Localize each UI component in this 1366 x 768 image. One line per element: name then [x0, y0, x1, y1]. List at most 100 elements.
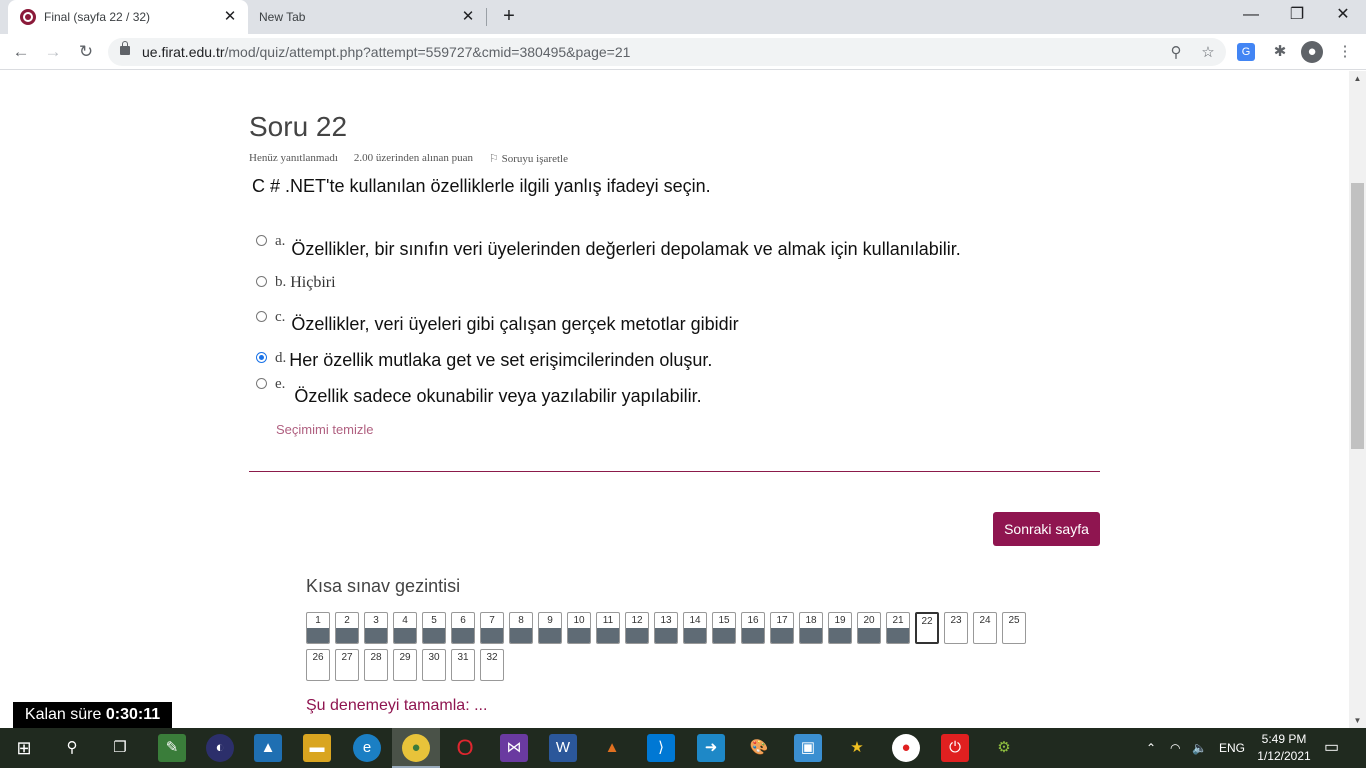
tab-new[interactable]: New Tab ✕	[248, 0, 486, 34]
system-clock[interactable]: 5:49 PM 1/12/2021	[1252, 731, 1316, 765]
record-icon[interactable]: ●	[892, 734, 920, 762]
quiz-nav-button[interactable]: 9	[538, 612, 562, 644]
translate-icon[interactable]: G	[1237, 43, 1255, 61]
input-language[interactable]: ENG	[1219, 728, 1245, 768]
chrome-icon[interactable]: ●	[402, 734, 430, 762]
tray-chevron-icon[interactable]: ⌃	[1146, 728, 1156, 768]
option-letter: b.	[275, 274, 287, 290]
page-scrollbar[interactable]: ▲ ▼	[1349, 71, 1366, 728]
quiz-nav-button[interactable]: 10	[567, 612, 591, 644]
tab-close-icon[interactable]: ✕	[220, 7, 240, 27]
answer-option-c[interactable]: c. Özellikler, veri üyeleri gibi çalışan…	[256, 309, 739, 335]
windows-start-icon[interactable]: ⊞	[10, 734, 38, 762]
quiz-nav-button[interactable]: 14	[683, 612, 707, 644]
radio-e[interactable]	[256, 378, 267, 389]
task-view-icon[interactable]: ❐	[106, 734, 134, 762]
url-text[interactable]: ue.firat.edu.tr/mod/quiz/attempt.php?att…	[142, 44, 630, 60]
lock-icon	[120, 41, 130, 55]
quiz-nav-button[interactable]: 27	[335, 649, 359, 681]
flag-question-link[interactable]: ⚐ Soruyu işaretle	[489, 152, 568, 165]
word-icon[interactable]: W	[549, 734, 577, 762]
finish-attempt-link[interactable]: Şu denemeyi tamamla: ...	[306, 697, 487, 715]
notifications-icon[interactable]: ▭	[1324, 728, 1339, 768]
scroll-up-icon[interactable]: ▲	[1349, 74, 1366, 83]
quiz-nav-button[interactable]: 30	[422, 649, 446, 681]
new-tab-plus-icon[interactable]: +	[498, 5, 520, 27]
quiz-nav-button[interactable]: 3	[364, 612, 388, 644]
zoom-icon[interactable]: ⚲	[1166, 43, 1186, 63]
quiz-nav-button[interactable]: 24	[973, 612, 997, 644]
quiz-nav-button[interactable]: 25	[1002, 612, 1026, 644]
bookmark-star-icon[interactable]: ☆	[1198, 43, 1218, 63]
quiz-nav-button[interactable]: 21	[886, 612, 910, 644]
back-arrow-icon[interactable]: ←	[9, 40, 33, 64]
quiz-nav-button[interactable]: 16	[741, 612, 765, 644]
site-favicon-icon	[20, 9, 36, 25]
file-explorer-icon[interactable]: ▬	[303, 734, 331, 762]
visual-studio-icon[interactable]: ⋈	[500, 734, 528, 762]
quiz-nav-button[interactable]: 13	[654, 612, 678, 644]
photos-icon[interactable]: ▲	[254, 734, 282, 762]
answer-option-b[interactable]: b. Hiçbiri	[256, 274, 336, 292]
clear-choice-link[interactable]: Seçimimi temizle	[276, 422, 374, 437]
radio-a[interactable]	[256, 235, 267, 246]
quiz-nav-button[interactable]: 2	[335, 612, 359, 644]
matlab-icon[interactable]: ▲	[598, 734, 626, 762]
power-app-icon[interactable]: ⏻	[941, 734, 969, 762]
quiz-nav-button[interactable]: 4	[393, 612, 417, 644]
restore-icon[interactable]: ❐	[1274, 0, 1320, 30]
answer-option-d[interactable]: d. Her özellik mutlaka get ve set erişim…	[256, 350, 712, 371]
quiz-nav-button[interactable]: 5	[422, 612, 446, 644]
volume-icon[interactable]: 🔈	[1192, 728, 1207, 768]
quiz-nav-button[interactable]: 32	[480, 649, 504, 681]
scrollbar-thumb[interactable]	[1351, 183, 1364, 449]
app-icon-4[interactable]: ⚙	[990, 734, 1018, 762]
quiz-nav-button[interactable]: 19	[828, 612, 852, 644]
quiz-nav-button[interactable]: 22	[915, 612, 939, 644]
radio-b[interactable]	[256, 276, 267, 287]
search-icon[interactable]: ⚲	[58, 734, 86, 762]
address-bar[interactable]: ue.firat.edu.tr/mod/quiz/attempt.php?att…	[108, 38, 1226, 66]
tab-close-icon[interactable]: ✕	[458, 7, 478, 27]
menu-dots-icon[interactable]: ⋮	[1334, 41, 1356, 63]
minimize-icon[interactable]: —	[1228, 0, 1274, 30]
answer-option-e[interactable]: e. Özellik sadece okunabilir veya yazıla…	[256, 376, 702, 407]
forward-arrow-icon[interactable]: →	[41, 40, 65, 64]
radio-d[interactable]	[256, 352, 267, 363]
opera-icon[interactable]: O	[451, 734, 479, 762]
quiz-nav-button[interactable]: 20	[857, 612, 881, 644]
edge-icon[interactable]: e	[353, 734, 381, 762]
quiz-nav-button[interactable]: 28	[364, 649, 388, 681]
quiz-nav-button[interactable]: 18	[799, 612, 823, 644]
quiz-nav-button[interactable]: 11	[596, 612, 620, 644]
close-window-icon[interactable]: ✕	[1320, 0, 1366, 30]
quiz-nav-button[interactable]: 8	[509, 612, 533, 644]
app-icon-1[interactable]: ✎	[158, 734, 186, 762]
answer-option-a[interactable]: a. Özellikler, bir sınıfın veri üyelerin…	[256, 233, 961, 260]
quiz-nav-button[interactable]: 31	[451, 649, 475, 681]
vscode-icon[interactable]: ⟩	[647, 734, 675, 762]
eclipse-icon[interactable]: ◐	[206, 734, 234, 762]
quiz-nav-button[interactable]: 12	[625, 612, 649, 644]
scroll-down-icon[interactable]: ▼	[1349, 716, 1366, 725]
quiz-nav-button[interactable]: 26	[306, 649, 330, 681]
star-app-icon[interactable]: ★	[843, 734, 871, 762]
app-icon-3[interactable]: ▣	[794, 734, 822, 762]
tab-final[interactable]: Final (sayfa 22 / 32) ✕	[8, 0, 248, 34]
quiz-nav-button[interactable]: 17	[770, 612, 794, 644]
quiz-nav-button[interactable]: 7	[480, 612, 504, 644]
app-icon-2[interactable]: ➜	[697, 734, 725, 762]
quiz-nav-button[interactable]: 15	[712, 612, 736, 644]
paint-icon[interactable]: 🎨	[745, 734, 773, 762]
reload-icon[interactable]: ↻	[74, 40, 98, 64]
radio-c[interactable]	[256, 311, 267, 322]
profile-avatar-icon[interactable]: ●	[1301, 41, 1323, 63]
quiz-nav-button[interactable]: 1	[306, 612, 330, 644]
next-page-button[interactable]: Sonraki sayfa	[993, 512, 1100, 546]
quiz-nav-button[interactable]: 29	[393, 649, 417, 681]
quiz-nav-button[interactable]: 6	[451, 612, 475, 644]
quiz-nav-button[interactable]: 23	[944, 612, 968, 644]
wifi-icon[interactable]: ◠	[1170, 728, 1180, 768]
extensions-puzzle-icon[interactable]: ✱	[1269, 41, 1291, 63]
windows-taskbar: ⊞ ⚲ ❐ ✎ ◐ ▲ ▬ e ● O ⋈ W ▲ ⟩ ➜ 🎨 ▣ ★ ● ⏻ …	[0, 728, 1366, 768]
